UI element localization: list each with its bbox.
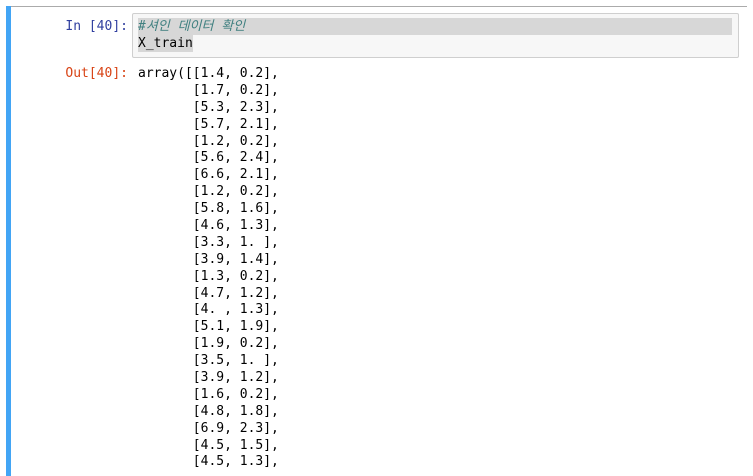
output-row: [5.7, 2.1], xyxy=(138,116,279,132)
code-variable-line[interactable]: X_train xyxy=(138,35,193,52)
output-row: [4.6, 1.3], xyxy=(138,218,279,234)
output-row: [5.1, 1.9], xyxy=(138,319,279,335)
output-prompt: Out[40]: xyxy=(65,66,128,81)
output-row: array([[1.4, 0.2], xyxy=(138,66,279,81)
code-comment-line[interactable]: #셔인 데이터 확인 xyxy=(138,18,732,35)
output-row: [4. , 1.3], xyxy=(138,302,279,318)
output-row: [1.6, 0.2], xyxy=(138,386,279,402)
output-row: [3.9, 1.2], xyxy=(138,370,279,386)
code-editor[interactable]: #셔인 데이터 확인 X_train xyxy=(132,13,739,58)
output-row: [4.5, 1.5], xyxy=(138,437,279,453)
output-row: [4.7, 1.2], xyxy=(138,285,279,301)
cell-selection-bar xyxy=(6,6,11,476)
output-row: [5.8, 1.6], xyxy=(138,201,279,217)
output-row: [6.9, 2.3], xyxy=(138,420,279,436)
output-row: [3.9, 1.4], xyxy=(138,251,279,267)
output-row: [1.9, 0.2], xyxy=(138,336,279,352)
output-row: [6.6, 2.1], xyxy=(138,167,279,183)
output-row: [1.2, 0.2], xyxy=(138,133,279,149)
output-row: [1.7, 0.2], xyxy=(138,82,279,98)
output-row: [1.3, 0.2], xyxy=(138,268,279,284)
input-prompt: In [40]: xyxy=(65,19,128,34)
output-row: [4.8, 1.8], xyxy=(138,403,279,419)
output-row: [5.3, 2.3], xyxy=(138,99,279,115)
notebook-page: In [40]: #셔인 데이터 확인 X_train Out[40]: arr… xyxy=(0,0,753,476)
output-row: [5.6, 2.4], xyxy=(138,150,279,166)
output-row: [1.2, 0.2], xyxy=(138,184,279,200)
output-row: [3.5, 1. ], xyxy=(138,353,279,369)
output-row: [3.3, 1. ], xyxy=(138,234,279,250)
output-area: array([[1.4, 0.2], [1.7, 0.2], [5.3, 2.3… xyxy=(138,65,738,470)
output-row: [4.5, 1.3], xyxy=(138,454,279,470)
code-variable-text: X_train xyxy=(138,35,193,52)
